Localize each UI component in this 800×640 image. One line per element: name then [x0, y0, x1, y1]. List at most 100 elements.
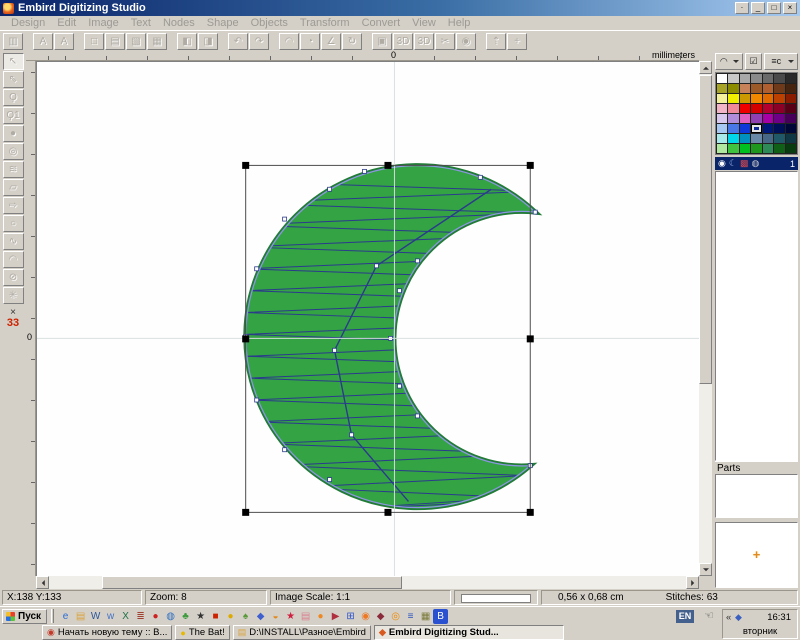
palette-color-cell[interactable] — [786, 94, 796, 103]
vertical-scrollbar[interactable] — [699, 61, 712, 576]
plant-green[interactable]: ♣ — [178, 609, 193, 624]
palette-color-cell[interactable] — [728, 114, 738, 123]
scroll-down-button[interactable] — [699, 563, 712, 576]
palette-color-cell[interactable] — [774, 114, 784, 123]
new-design[interactable]: □ — [84, 33, 104, 50]
palette-color-cell[interactable] — [751, 114, 761, 123]
hatch-fill-tool[interactable]: ≋ — [3, 161, 24, 178]
taskbar-window-button[interactable]: ● The Bat! — [175, 625, 229, 640]
node-edit-tool[interactable]: ⇖ — [3, 71, 24, 88]
orange-disc-app[interactable]: ◉ — [358, 609, 373, 624]
vertical-scroll-thumb[interactable] — [699, 75, 712, 384]
star-black[interactable]: ★ — [193, 609, 208, 624]
palette-color-cell[interactable] — [786, 144, 796, 153]
import-image[interactable]: ▧ — [126, 33, 146, 50]
menu-item[interactable]: Edit — [51, 17, 82, 29]
palette-color-cell[interactable] — [717, 124, 727, 133]
palette-color-cell[interactable] — [728, 94, 738, 103]
palette-color-cell[interactable] — [763, 124, 773, 133]
image-visibility[interactable]: ◉ — [456, 33, 476, 50]
menu-item[interactable]: Image — [82, 17, 125, 29]
menu-item[interactable]: Design — [5, 17, 51, 29]
arrow-shape-tool[interactable]: ⇨ — [3, 197, 24, 214]
orange-tool-app[interactable]: ◒ — [268, 609, 283, 624]
palette-color-cell[interactable] — [786, 104, 796, 113]
view-3d[interactable]: 3D — [393, 33, 413, 50]
curve-tool[interactable]: ◠ — [279, 33, 299, 50]
media-player-red[interactable]: ● — [148, 609, 163, 624]
palette-color-cell[interactable] — [763, 144, 773, 153]
palette-color-cell[interactable] — [763, 134, 773, 143]
design-preview[interactable]: ▥ — [3, 33, 23, 50]
palette-color-cell[interactable] — [728, 74, 738, 83]
palette-color-cell[interactable] — [751, 124, 761, 133]
arc-curve-tool[interactable]: ◠ — [3, 251, 24, 268]
palette-color-cell[interactable] — [763, 74, 773, 83]
manual-stitch-tool[interactable]: ∿ — [3, 233, 24, 250]
palette-color-cell[interactable] — [728, 134, 738, 143]
palette-color-cell[interactable] — [763, 94, 773, 103]
design-canvas[interactable] — [36, 61, 699, 576]
language-indicator[interactable]: EN — [676, 610, 694, 623]
palette-color-cell[interactable] — [717, 144, 727, 153]
lettering-transform[interactable]: A — [54, 33, 74, 50]
wordpad[interactable]: w — [103, 609, 118, 624]
visibility-eye-icon[interactable]: ◉ — [718, 158, 726, 169]
palette-color-cell[interactable] — [774, 144, 784, 153]
rollup[interactable]: · — [735, 2, 749, 14]
yellow-ball-app[interactable]: ● — [223, 609, 238, 624]
red-square-app[interactable]: ■ — [208, 609, 223, 624]
palette-color-cell[interactable] — [728, 124, 738, 133]
documents-folder[interactable]: ▤ — [73, 609, 88, 624]
menu-item[interactable]: Nodes — [157, 17, 201, 29]
palette-color-cell[interactable] — [774, 84, 784, 93]
stitch-mode-select[interactable]: ≡c — [764, 53, 798, 70]
open-design[interactable]: ▤ — [105, 33, 125, 50]
column-shape-tool[interactable]: ▱ — [3, 179, 24, 196]
palette-color-cell[interactable] — [717, 104, 727, 113]
menu-item[interactable]: Objects — [245, 17, 294, 29]
curve-style-select[interactable]: ◠ — [715, 53, 743, 70]
system-tray[interactable]: « ◆ 16:31 вторник — [722, 609, 798, 639]
leaf-app[interactable]: ♠ — [238, 609, 253, 624]
parts-list[interactable] — [715, 474, 798, 518]
dark-red-app[interactable]: ◆ — [373, 609, 388, 624]
zoom-tool[interactable]: Ϙ — [3, 89, 24, 106]
menu-item[interactable]: Shape — [201, 17, 245, 29]
palette-color-cell[interactable] — [763, 114, 773, 123]
palette-color-cell[interactable] — [774, 74, 784, 83]
restore[interactable]: □ — [767, 2, 781, 14]
palette-color-cell[interactable] — [717, 134, 727, 143]
palette-color-cell[interactable] — [717, 94, 727, 103]
media-red-app[interactable]: ▶ — [328, 609, 343, 624]
palette-color-cell[interactable] — [740, 94, 750, 103]
palette-color-cell[interactable] — [751, 104, 761, 113]
palette-color-cell[interactable] — [786, 114, 796, 123]
palette-color-cell[interactable] — [728, 84, 738, 93]
internet-explorer[interactable]: e — [58, 609, 73, 624]
blue-lines-app[interactable]: ≡ — [403, 609, 418, 624]
palette-color-cell[interactable] — [740, 134, 750, 143]
orange-ball-app[interactable]: ● — [313, 609, 328, 624]
scroll-right-button[interactable] — [686, 576, 699, 589]
palette-color-cell[interactable] — [740, 144, 750, 153]
rotate-tool[interactable]: ↻ — [342, 33, 362, 50]
palette-color-cell[interactable] — [786, 74, 796, 83]
bluetooth[interactable]: B — [433, 609, 448, 624]
palette-color-cell[interactable] — [751, 144, 761, 153]
save-design[interactable]: ▦ — [147, 33, 167, 50]
palette-color-cell[interactable] — [786, 134, 796, 143]
globe-app[interactable]: ◍ — [163, 609, 178, 624]
hand-tray-icon[interactable]: ☜ — [704, 610, 714, 623]
trim-stitches[interactable]: ✂ — [435, 33, 455, 50]
palette-color-cell[interactable] — [763, 104, 773, 113]
word[interactable]: W — [88, 609, 103, 624]
tray-app-icon[interactable]: ◆ — [735, 612, 742, 623]
tray-expand-chevron[interactable]: « — [726, 612, 731, 623]
palette-color-cell[interactable] — [751, 74, 761, 83]
horizontal-scroll-thumb[interactable] — [102, 576, 402, 589]
menu-item[interactable]: Help — [442, 17, 477, 29]
start-button[interactable]: Пуск — [2, 609, 47, 624]
taskbar-window-button[interactable]: ◉ Начать новую тему :: В... — [42, 625, 172, 640]
palette-color-cell[interactable] — [774, 134, 784, 143]
